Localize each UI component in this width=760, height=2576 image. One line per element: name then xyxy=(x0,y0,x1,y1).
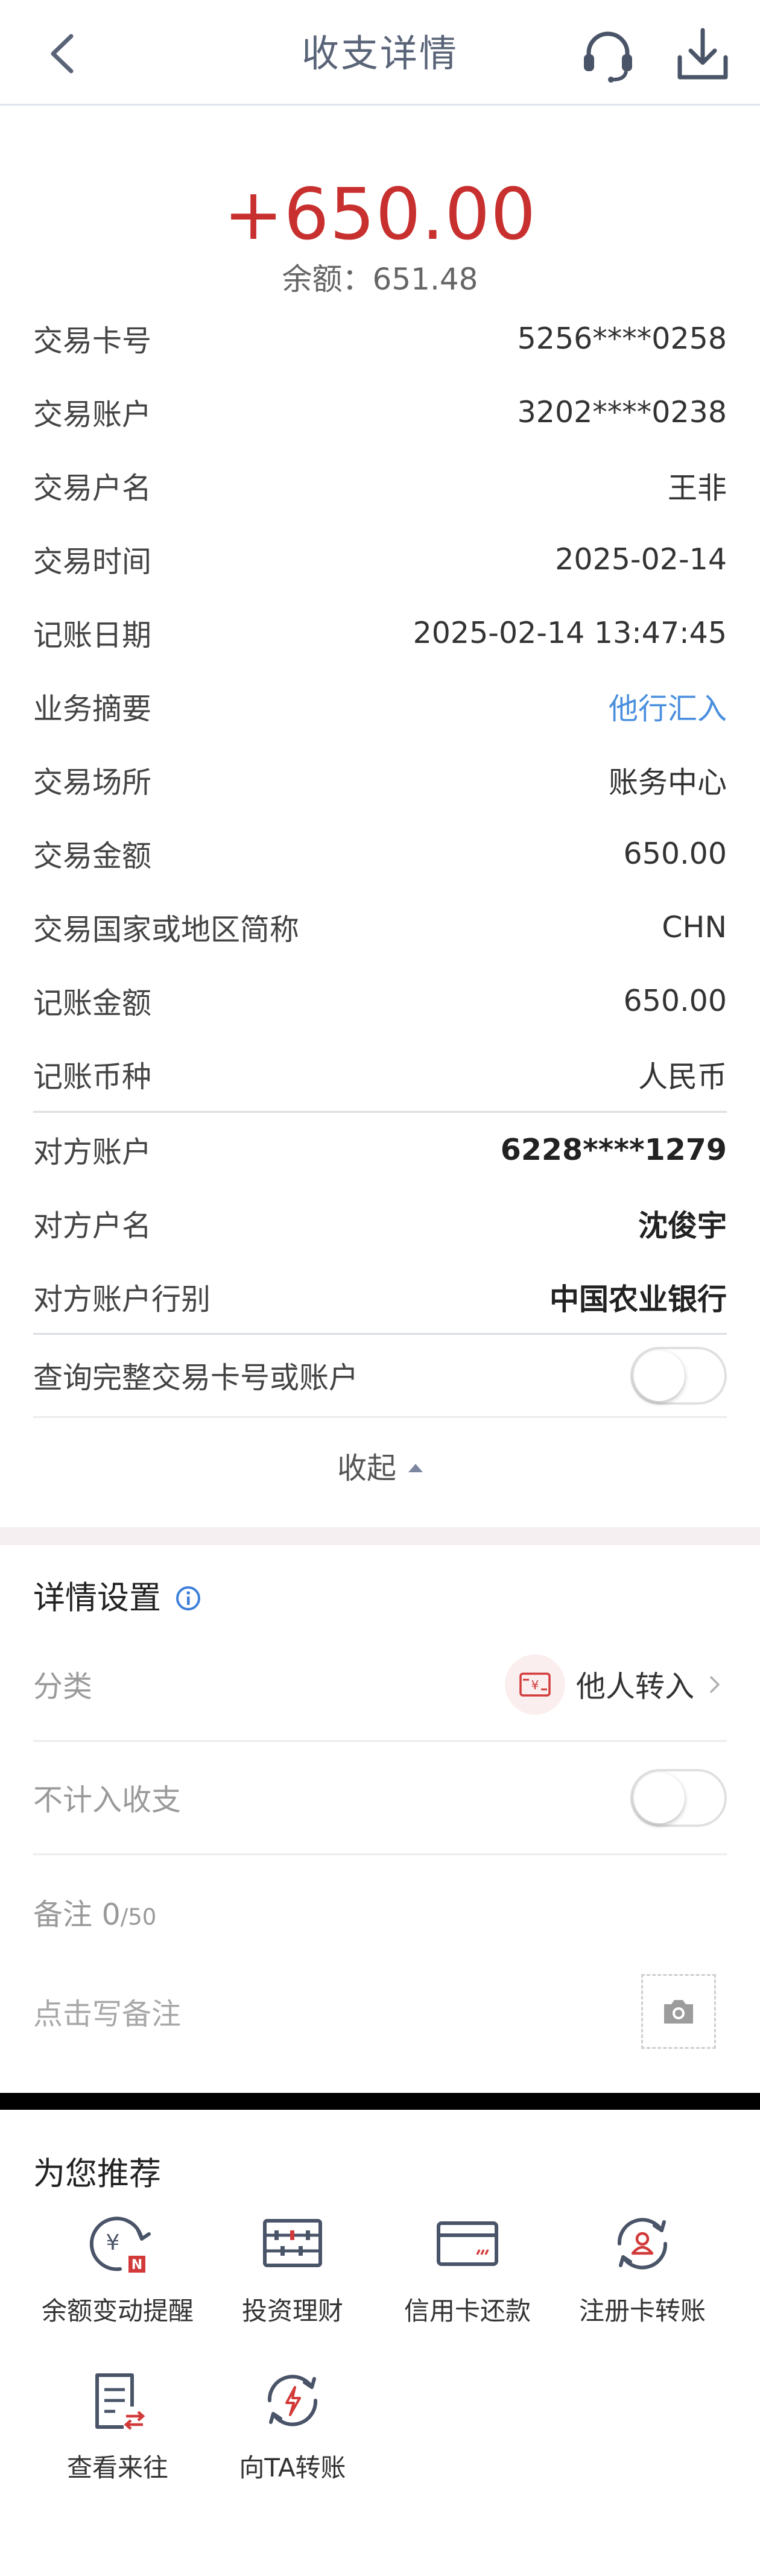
camera-icon[interactable] xyxy=(641,1974,716,2049)
row-key: 交易户名 xyxy=(33,470,152,505)
detail-row-card-number: 交易卡号 5256****0258 xyxy=(33,302,727,375)
transaction-detail-screen: 收支详情 +650.00 余额：651.48 交易卡号 5256****0258 … xyxy=(0,0,760,2576)
transaction-amount: +650.00 xyxy=(223,172,537,256)
recommend-investment[interactable]: 投资理财 xyxy=(205,2207,380,2346)
toggle-knob xyxy=(634,1350,685,1401)
note-count: 0 xyxy=(101,1897,121,1932)
note-input[interactable]: 点击写备注 xyxy=(33,1990,181,2039)
info-icon[interactable] xyxy=(175,1585,201,1612)
row-value: 3202****0238 xyxy=(517,394,727,429)
detail-row-summary: 业务摘要 他行汇入 xyxy=(33,669,727,743)
toggle-knob xyxy=(634,1772,685,1823)
row-key: 交易时间 xyxy=(33,544,152,579)
recommend-title: 为您推荐 xyxy=(33,2156,161,2192)
recommend-records[interactable]: 查看来往 xyxy=(30,2364,205,2503)
row-key: 记账金额 xyxy=(33,986,152,1021)
recommend-label: 查看来往 xyxy=(66,2453,168,2483)
note-max: /50 xyxy=(120,1904,157,1930)
exclude-toggle[interactable] xyxy=(630,1768,727,1827)
recommend-label: 信用卡还款 xyxy=(404,2296,531,2326)
row-key: 交易国家或地区简称 xyxy=(33,912,300,947)
collapse-button[interactable]: 收起 xyxy=(0,1438,760,1499)
row-key: 交易卡号 xyxy=(33,323,152,358)
row-key: 对方户名 xyxy=(33,1208,152,1243)
summary-link[interactable]: 他行汇入 xyxy=(609,685,727,728)
balance-alert-icon: ¥ N xyxy=(89,2217,151,2273)
row-key: 记账币种 xyxy=(33,1059,152,1094)
detail-list: 交易卡号 5256****0258 交易账户 3202****0238 交易户名 王非… xyxy=(33,302,727,1334)
row-value: 账务中心 xyxy=(608,765,727,800)
detail-row-posting-date: 记账日期 2025-02-14 13:47:45 xyxy=(33,596,727,669)
row-value: 王非 xyxy=(667,470,727,505)
row-value: CHN xyxy=(662,910,727,945)
counterparty-row-bank: 对方账户行别 中国农业银行 xyxy=(33,1260,727,1334)
row-value: 5256****0258 xyxy=(517,321,727,356)
recommend-label: 投资理财 xyxy=(241,2296,343,2326)
note-header: 备注 0/50 xyxy=(33,1891,156,1941)
section-gap xyxy=(0,1527,760,1545)
download-icon[interactable] xyxy=(673,24,733,84)
exclude-label: 不计入收支 xyxy=(33,1783,182,1817)
row-value: 650.00 xyxy=(623,836,727,871)
row-value: 中国农业银行 xyxy=(549,1282,727,1317)
row-value: 650.00 xyxy=(623,983,727,1018)
row-value: 人民币 xyxy=(638,1059,727,1094)
row-value: 沈俊宇 xyxy=(638,1208,727,1243)
row-key: 交易账户 xyxy=(33,397,152,432)
caret-up-icon xyxy=(408,1463,423,1472)
row-value: 2025-02-14 13:47:45 xyxy=(413,615,727,650)
detail-row-currency: 记账币种 人民币 xyxy=(33,1037,727,1111)
page-title: 收支详情 xyxy=(301,31,458,75)
transfer-in-icon: ¥ xyxy=(504,1654,565,1715)
section-divider-bar xyxy=(0,2093,760,2110)
svg-text:¥: ¥ xyxy=(106,2230,120,2255)
row-key: 交易场所 xyxy=(33,765,152,800)
row-key: 记账日期 xyxy=(33,618,152,653)
detail-settings-title: 详情设置 xyxy=(33,1580,161,1616)
detail-row-posting-amount: 记账金额 650.00 xyxy=(33,964,727,1037)
category-value[interactable]: ¥ 他人转入 xyxy=(504,1654,727,1715)
registered-transfer-icon xyxy=(617,2218,668,2270)
detail-row-location: 交易场所 账务中心 xyxy=(33,743,727,817)
row-value: 6228****1279 xyxy=(500,1132,727,1167)
detail-row-time: 交易时间 2025-02-14 xyxy=(33,522,727,596)
recommend-label: 余额变动提醒 xyxy=(41,2296,194,2326)
collapse-label: 收起 xyxy=(337,1451,396,1486)
query-full-row: 查询完整交易卡号或账户 xyxy=(33,1333,727,1418)
detail-row-account-name: 交易户名 王非 xyxy=(33,449,727,522)
row-key: 对方账户行别 xyxy=(33,1282,211,1317)
headset-icon[interactable] xyxy=(578,24,638,84)
category-label: 分类 xyxy=(33,1669,93,1704)
records-icon xyxy=(95,2373,145,2430)
recommend-label: 向TA转账 xyxy=(239,2453,346,2483)
counterparty-row-name: 对方户名 沈俊宇 xyxy=(33,1186,727,1260)
row-key: 对方账户 xyxy=(33,1135,152,1169)
exclude-row: 不计入收支 xyxy=(33,1742,727,1855)
recommend-quick-transfer[interactable]: 向TA转账 xyxy=(205,2364,380,2503)
recommend-balance-alert[interactable]: ¥ N 余额变动提醒 xyxy=(30,2207,205,2346)
detail-row-account: 交易账户 3202****0238 xyxy=(33,375,727,449)
quick-transfer-icon xyxy=(267,2375,318,2426)
recommend-label: 注册卡转账 xyxy=(578,2296,706,2326)
detail-row-country: 交易国家或地区简称 CHN xyxy=(33,890,727,964)
row-key: 业务摘要 xyxy=(33,691,152,726)
header-bar: 收支详情 xyxy=(0,0,760,106)
detail-row-amount: 交易金额 650.00 xyxy=(33,817,727,890)
balance-text: 余额：651.48 xyxy=(282,262,478,297)
row-key: 交易金额 xyxy=(33,838,152,873)
counterparty-row-account: 对方账户 6228****1279 xyxy=(33,1113,727,1186)
query-full-toggle[interactable] xyxy=(630,1346,727,1405)
abacus-icon xyxy=(263,2219,322,2267)
credit-card-icon xyxy=(437,2221,498,2266)
svg-text:¥: ¥ xyxy=(531,1678,539,1692)
note-label: 备注 xyxy=(33,1897,93,1932)
query-full-label: 查询完整交易卡号或账户 xyxy=(33,1361,359,1395)
category-row[interactable]: 分类 ¥ 他人转入 xyxy=(33,1628,727,1742)
recommend-registered-transfer[interactable]: 注册卡转账 xyxy=(555,2207,730,2346)
svg-text:N: N xyxy=(131,2258,142,2273)
chevron-right-icon xyxy=(710,1676,720,1693)
row-value: 2025-02-14 xyxy=(555,542,727,577)
recommend-credit-card[interactable]: 信用卡还款 xyxy=(380,2207,555,2346)
category-value-label: 他人转入 xyxy=(575,1669,694,1704)
